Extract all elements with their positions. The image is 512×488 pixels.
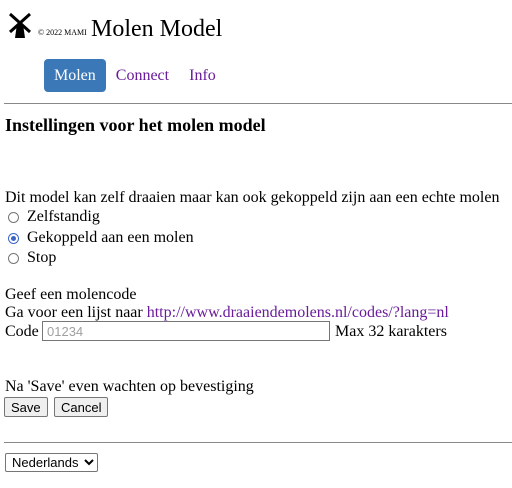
divider-bottom [4, 442, 512, 443]
page-heading: Instellingen voor het molen model [5, 115, 266, 135]
save-button[interactable]: Save [4, 397, 48, 417]
radio-label-stop: Stop [27, 249, 57, 266]
radio-label-gekoppeld: Gekoppeld aan een molen [27, 229, 194, 246]
windmill-icon [8, 12, 32, 38]
tab-info[interactable]: Info [179, 59, 226, 92]
save-note: Na 'Save' even wachten op bevestiging [5, 378, 254, 395]
code-input[interactable] [42, 321, 330, 341]
max-length-note: Max 32 karakters [335, 323, 447, 340]
copyright-text: © 2022 MAMI [38, 28, 87, 37]
radio-option-stop[interactable]: Stop [8, 249, 56, 267]
radio-label-zelfstandig: Zelfstandig [27, 208, 100, 225]
molencode-title: Geef een molencode [5, 286, 137, 303]
molencode-list-link[interactable]: http://www.draaiendemolens.nl/codes/?lan… [147, 304, 449, 321]
radio-zelfstandig[interactable] [8, 211, 19, 223]
molencode-list-line: Ga voor een lijst naar http://www.draaie… [5, 304, 449, 322]
radio-stop[interactable] [8, 252, 19, 264]
language-select[interactable]: Nederlands [5, 453, 98, 472]
mode-description: Dit model kan zelf draaien maar kan ook … [5, 189, 500, 206]
radio-gekoppeld[interactable] [8, 232, 19, 244]
divider-top [4, 103, 512, 104]
radio-option-zelfstandig[interactable]: Zelfstandig [8, 208, 100, 226]
code-label: Code [5, 323, 39, 340]
app-title: Molen Model [91, 16, 223, 42]
main-nav: Molen Connect Info [44, 59, 226, 92]
cancel-button[interactable]: Cancel [54, 397, 109, 417]
radio-option-gekoppeld[interactable]: Gekoppeld aan een molen [8, 229, 194, 247]
tab-connect[interactable]: Connect [106, 59, 179, 92]
molencode-list-prefix: Ga voor een lijst naar [5, 304, 147, 321]
tab-molen[interactable]: Molen [44, 59, 106, 92]
